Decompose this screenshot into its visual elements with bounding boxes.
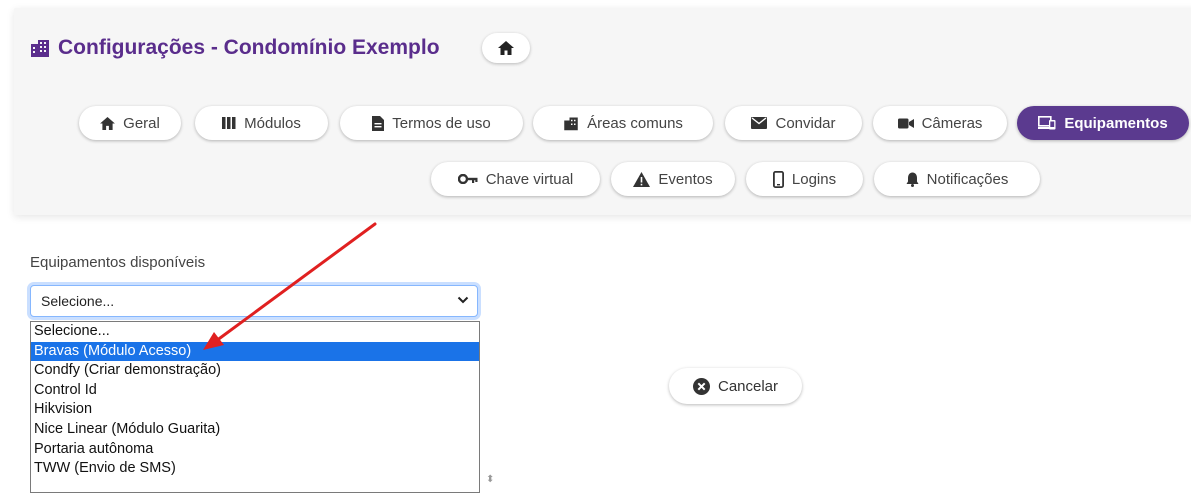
equipment-select[interactable]: Selecione... bbox=[30, 285, 478, 317]
home-button[interactable] bbox=[482, 33, 530, 63]
home-icon bbox=[498, 41, 514, 55]
tab-label: Áreas comuns bbox=[587, 114, 683, 132]
tab-label: Módulos bbox=[244, 114, 301, 132]
tab-label: Notificações bbox=[926, 170, 1009, 188]
dropdown-option[interactable]: TWW (Envio de SMS) bbox=[31, 459, 479, 479]
equipment-select-value: Selecione... bbox=[41, 293, 115, 309]
file-icon bbox=[372, 115, 385, 131]
dropdown-option[interactable]: Nice Linear (Módulo Guarita) bbox=[31, 420, 479, 440]
tab-cameras[interactable]: Câmeras bbox=[873, 106, 1007, 140]
dropdown-option[interactable]: Hikvision bbox=[31, 400, 479, 420]
equipment-dropdown-list: Selecione... Bravas (Módulo Acesso) Cond… bbox=[30, 321, 480, 493]
tab-areas-comuns[interactable]: Áreas comuns bbox=[533, 106, 713, 140]
tab-modulos[interactable]: Módulos bbox=[195, 106, 328, 140]
dropdown-option[interactable]: Control Id bbox=[31, 381, 479, 401]
cancel-label: Cancelar bbox=[717, 377, 779, 395]
equipment-label: Equipamentos disponíveis bbox=[30, 254, 206, 271]
tab-label: Logins bbox=[791, 170, 837, 188]
tab-label: Câmeras bbox=[921, 114, 983, 132]
dropdown-option-highlighted[interactable]: Bravas (Módulo Acesso) bbox=[31, 341, 479, 362]
page-title: Configurações - Condomínio Exemplo bbox=[30, 33, 440, 63]
chevron-down-icon bbox=[457, 296, 469, 304]
tab-convidar[interactable]: Convidar bbox=[725, 106, 862, 140]
page-title-text: Configurações - Condomínio Exemplo bbox=[58, 36, 440, 59]
envelope-icon bbox=[751, 117, 768, 129]
tab-equipamentos[interactable]: Equipamentos bbox=[1017, 106, 1189, 140]
select-stepper-icon: ⬍ bbox=[486, 474, 495, 485]
tab-chave-virtual[interactable]: Chave virtual bbox=[431, 162, 600, 196]
tab-label: Equipamentos bbox=[1064, 114, 1168, 132]
tab-label: Termos de uso bbox=[392, 114, 491, 132]
dropdown-option[interactable]: Portaria autônoma bbox=[31, 440, 479, 460]
tab-notificacoes[interactable]: Notificações bbox=[874, 162, 1040, 196]
building-icon bbox=[31, 40, 49, 57]
cancel-button[interactable]: Cancelar bbox=[669, 368, 802, 404]
tab-eventos[interactable]: Eventos bbox=[611, 162, 735, 196]
tab-termos-de-uso[interactable]: Termos de uso bbox=[340, 106, 523, 140]
dropdown-option[interactable]: Selecione... bbox=[31, 322, 479, 342]
key-icon bbox=[457, 174, 478, 184]
columns-icon bbox=[222, 117, 236, 129]
home-icon bbox=[100, 116, 116, 130]
video-icon bbox=[897, 118, 914, 128]
tab-logins[interactable]: Logins bbox=[746, 162, 863, 196]
tab-label: Geral bbox=[123, 114, 160, 132]
tab-label: Chave virtual bbox=[485, 170, 574, 188]
close-circle-icon bbox=[692, 377, 710, 395]
tab-geral[interactable]: Geral bbox=[79, 106, 181, 140]
tab-label: Convidar bbox=[775, 114, 836, 132]
devices-icon bbox=[1038, 116, 1056, 130]
mobile-icon bbox=[772, 170, 784, 188]
tab-label: Eventos bbox=[658, 170, 713, 188]
dropdown-option[interactable]: Condfy (Criar demonstração) bbox=[31, 361, 479, 381]
building-icon bbox=[564, 117, 578, 130]
warning-icon bbox=[633, 171, 651, 187]
bell-icon bbox=[906, 172, 919, 187]
